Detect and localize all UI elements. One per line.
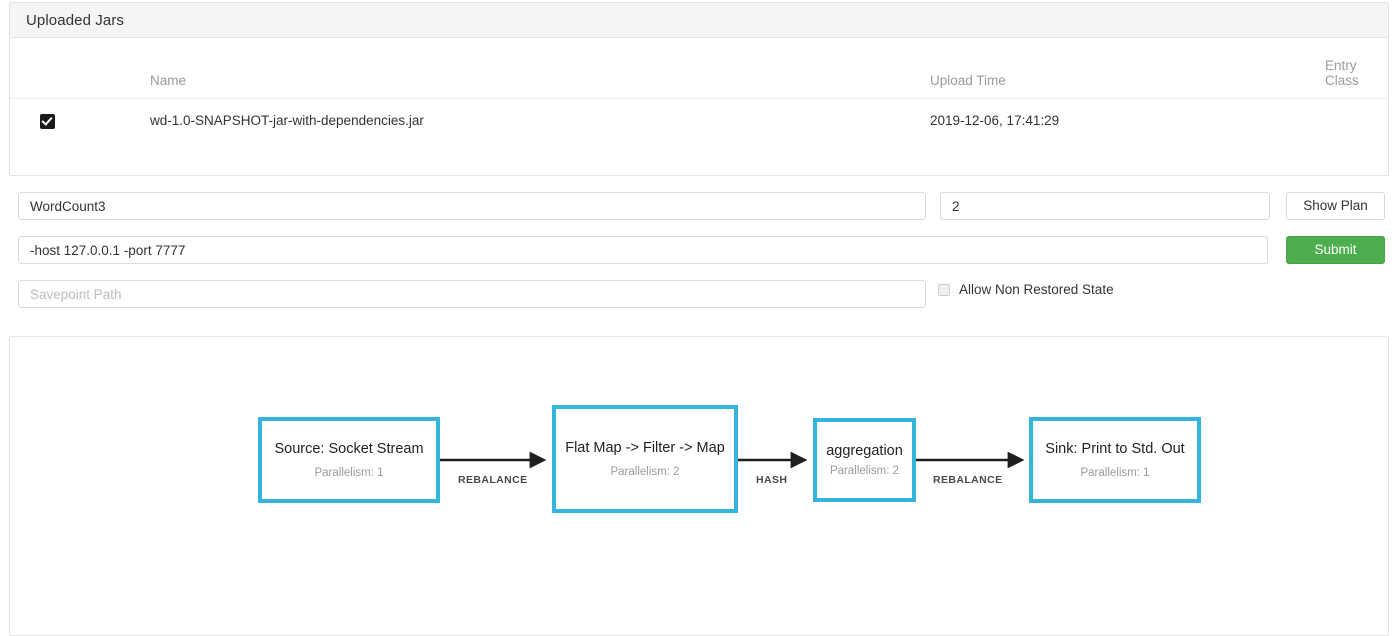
show-plan-button[interactable]: Show Plan (1286, 192, 1385, 220)
jars-table-body: wd-1.0-SNAPSHOT-jar-with-dependencies.ja… (10, 99, 1388, 143)
job-node-parallelism: Parallelism: 1 (314, 466, 384, 479)
edge-label-aggregation-sink: REBALANCE (933, 474, 1003, 486)
column-header-name[interactable]: Name (150, 38, 930, 99)
parallelism-input[interactable] (940, 192, 1270, 220)
job-node-aggregation[interactable]: aggregation Parallelism: 2 (813, 418, 916, 502)
row-entry-class-cell (1325, 99, 1388, 143)
jar-select-checkbox[interactable] (40, 113, 55, 129)
edge-label-source-flatmap: REBALANCE (458, 474, 528, 486)
table-header-row: Name Upload Time Entry Class (10, 38, 1388, 99)
uploaded-jars-title: Uploaded Jars (26, 11, 125, 29)
job-node-sink[interactable]: Sink: Print to Std. Out Parallelism: 1 (1029, 417, 1201, 503)
job-node-parallelism: Parallelism: 1 (1080, 466, 1150, 479)
uploaded-jars-card: Uploaded Jars Name Upload Time Entry Cla… (9, 2, 1389, 176)
allow-non-restored-state-checkbox[interactable] (938, 283, 950, 296)
job-graph-canvas[interactable]: Source: Socket Stream Parallelism: 1 Fla… (10, 337, 1388, 635)
job-node-flatmap[interactable]: Flat Map -> Filter -> Map Parallelism: 2 (552, 405, 738, 513)
submit-job-form (0, 180, 1398, 320)
table-row[interactable]: wd-1.0-SNAPSHOT-jar-with-dependencies.ja… (10, 99, 1388, 143)
uploaded-jars-header: Uploaded Jars (10, 3, 1388, 38)
savepoint-path-input[interactable] (18, 280, 926, 308)
job-node-parallelism: Parallelism: 2 (829, 465, 900, 478)
allow-non-restored-state-toggle[interactable]: Allow Non Restored State (938, 282, 1114, 297)
job-node-title: aggregation (826, 442, 903, 459)
allow-non-restored-state-label: Allow Non Restored State (959, 282, 1114, 297)
job-node-title: Source: Socket Stream (274, 441, 424, 458)
jars-table-head: Name Upload Time Entry Class (10, 38, 1388, 99)
submit-button[interactable]: Submit (1286, 236, 1385, 264)
column-header-entry-class[interactable]: Entry Class (1325, 38, 1388, 99)
jars-table: Name Upload Time Entry Class wd-1.0-SNAP… (10, 38, 1388, 143)
job-node-title: Sink: Print to Std. Out (1045, 441, 1185, 458)
column-header-upload-time[interactable]: Upload Time (930, 38, 1325, 99)
program-arguments-input[interactable] (18, 236, 1268, 264)
job-plan-card: Source: Socket Stream Parallelism: 1 Fla… (9, 336, 1389, 636)
row-select-cell[interactable] (10, 99, 150, 143)
column-header-select (10, 38, 150, 99)
job-node-parallelism: Parallelism: 2 (610, 465, 680, 478)
entry-class-input[interactable] (18, 192, 926, 220)
job-node-source[interactable]: Source: Socket Stream Parallelism: 1 (258, 417, 440, 503)
uploaded-jars-body: Name Upload Time Entry Class wd-1.0-SNAP… (10, 38, 1388, 175)
jars-table-footer-spacer (10, 143, 1388, 175)
job-node-title: Flat Map -> Filter -> Map (565, 440, 725, 457)
row-name-cell[interactable]: wd-1.0-SNAPSHOT-jar-with-dependencies.ja… (150, 99, 930, 143)
edge-label-flatmap-aggregation: HASH (756, 474, 788, 486)
row-upload-time-cell: 2019-12-06, 17:41:29 (930, 113, 1060, 129)
